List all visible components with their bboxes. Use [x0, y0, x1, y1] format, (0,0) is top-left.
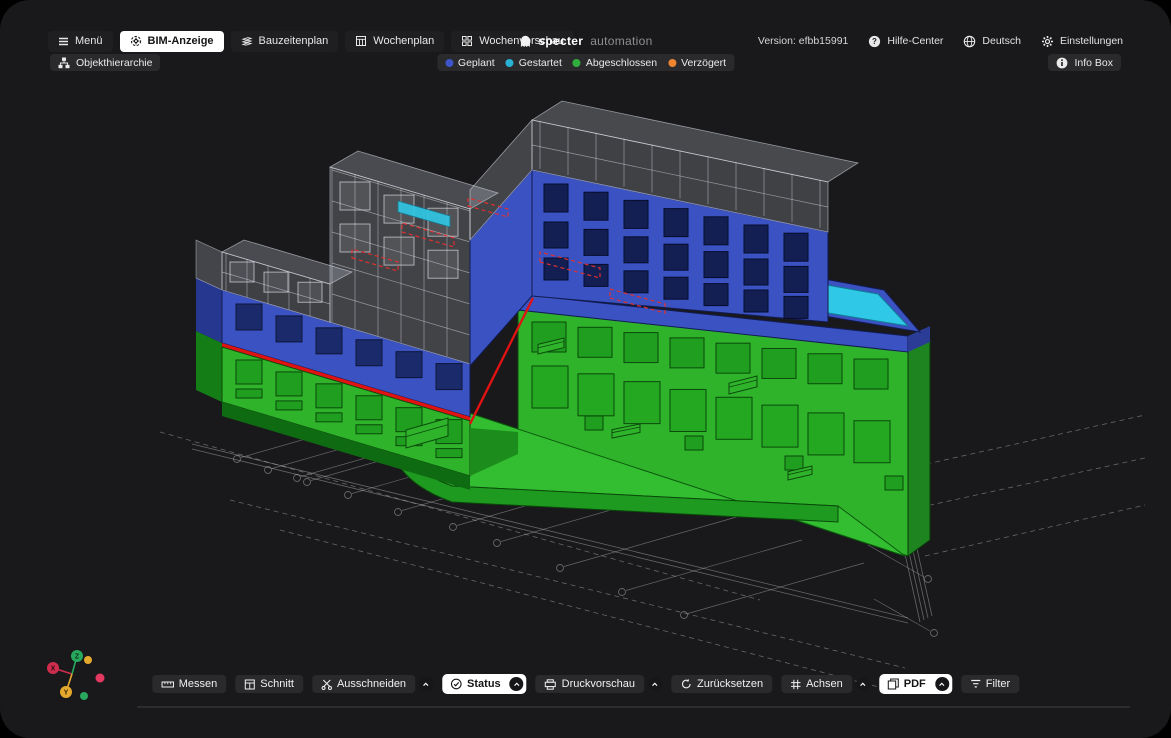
chevron-up-icon: [422, 680, 431, 689]
chevron-up-icon: [937, 680, 946, 689]
app-window: Menü BIM-Anzeige Bauzeitenplan Wochenpla…: [0, 0, 1171, 738]
brand-name: specter: [538, 34, 583, 48]
geplant-dot: [445, 59, 453, 67]
section-icon: [244, 679, 255, 690]
top-right-group: Version: efbb15991 ? Hilfe-Center Deutsc…: [758, 35, 1123, 48]
pdf-icon: [887, 678, 899, 690]
chevron-up-icon: [858, 680, 867, 689]
nav-label: BIM-Anzeige: [148, 35, 214, 47]
ghost-icon: [518, 34, 531, 48]
gizmo-dot[interactable]: [96, 674, 105, 683]
ruler-icon: [161, 679, 174, 690]
filter-icon: [970, 679, 981, 689]
gizmo-dot[interactable]: [80, 692, 88, 700]
gizmo-y-label: Y: [64, 690, 69, 697]
gestartet-dot: [506, 59, 514, 67]
nav-label: Bauzeitenplan: [259, 35, 329, 47]
schnitt-button[interactable]: Schnitt: [235, 675, 303, 693]
axes-grid-icon: [790, 679, 801, 690]
abgeschlossen-dot: [573, 59, 581, 67]
messen-button[interactable]: Messen: [152, 675, 227, 693]
ausschneiden-expand-button[interactable]: [419, 677, 433, 691]
tab-wochenplan[interactable]: Wochenplan: [345, 31, 444, 52]
legend-item-gestartet: Gestartet: [506, 57, 562, 69]
status-group: Status: [442, 674, 527, 694]
status-legend: Geplant Gestartet Abgeschlossen Verzöger…: [437, 54, 734, 71]
nav-label: Menü: [75, 35, 103, 47]
ausschneiden-button[interactable]: Ausschneiden: [312, 675, 415, 693]
planned-block[interactable]: [532, 101, 858, 322]
main-nav: Menü BIM-Anzeige Bauzeitenplan Wochenpla…: [48, 31, 574, 52]
settings-button[interactable]: Einstellungen: [1041, 35, 1123, 48]
grid-icon: [461, 35, 473, 47]
brand-suffix: automation: [590, 34, 652, 48]
brand-logo: specter automation: [518, 30, 652, 52]
menu-button[interactable]: Menü: [48, 31, 113, 52]
status-button[interactable]: Status: [442, 678, 506, 690]
bim-gear-icon: [130, 35, 142, 47]
achsen-expand-button[interactable]: [856, 677, 870, 691]
druckvorschau-button[interactable]: Druckvorschau: [536, 675, 644, 693]
info-icon: [1056, 57, 1068, 69]
table-icon: [355, 35, 367, 47]
version-label: Version: efbb15991: [758, 35, 849, 47]
bim-viewport[interactable]: [0, 0, 1171, 738]
nav-label: Wochenplan: [373, 35, 434, 47]
left-tower[interactable]: [196, 120, 533, 490]
gizmo-x-label: X: [51, 666, 56, 673]
status-expand-button[interactable]: [510, 677, 524, 691]
achsen-button[interactable]: Achsen: [781, 675, 852, 693]
legend-item-verzoegert: Verzögert: [668, 57, 726, 69]
axis-gizmo[interactable]: X Z Y: [40, 644, 120, 708]
top-bar: Menü BIM-Anzeige Bauzeitenplan Wochenpla…: [48, 30, 1123, 52]
gizmo-dot[interactable]: [84, 656, 92, 664]
layers-icon: [241, 35, 253, 47]
menu-icon: [58, 36, 69, 47]
viewer-toolbar: Messen Schnitt Ausschneiden: [152, 674, 1019, 694]
info-box-button[interactable]: Info Box: [1048, 54, 1121, 71]
gizmo-z-label: Z: [75, 654, 80, 661]
pdf-expand-button[interactable]: [935, 677, 949, 691]
pdf-group: PDF: [879, 674, 952, 694]
zuruecksetzen-button[interactable]: Zurücksetzen: [671, 675, 772, 693]
chevron-up-icon: [651, 680, 660, 689]
gear-icon: [1041, 35, 1054, 48]
tab-bauzeitenplan[interactable]: Bauzeitenplan: [231, 31, 339, 52]
achsen-group: Achsen: [781, 675, 870, 693]
hierarchy-icon: [58, 57, 70, 69]
verzoegert-dot: [668, 59, 676, 67]
druckvorschau-expand-button[interactable]: [648, 677, 662, 691]
object-hierarchy-button[interactable]: Objekthierarchie: [50, 54, 160, 71]
chevron-up-icon: [512, 680, 521, 689]
help-center-button[interactable]: ? Hilfe-Center: [868, 35, 943, 48]
filter-button[interactable]: Filter: [961, 675, 1019, 693]
svg-text:?: ?: [872, 37, 877, 46]
scissors-icon: [321, 679, 332, 690]
legend-item-abgeschlossen: Abgeschlossen: [573, 57, 657, 69]
ausschneiden-group: Ausschneiden: [312, 675, 433, 693]
language-button[interactable]: Deutsch: [963, 35, 1021, 48]
printer-icon: [545, 679, 557, 690]
legend-item-geplant: Geplant: [445, 57, 495, 69]
druckvorschau-group: Druckvorschau: [536, 675, 662, 693]
check-circle-icon: [450, 678, 462, 690]
reset-icon: [680, 678, 692, 690]
pdf-button[interactable]: PDF: [879, 678, 931, 690]
tab-bim-anzeige[interactable]: BIM-Anzeige: [120, 31, 224, 52]
globe-icon: [963, 35, 976, 48]
help-icon: ?: [868, 35, 881, 48]
